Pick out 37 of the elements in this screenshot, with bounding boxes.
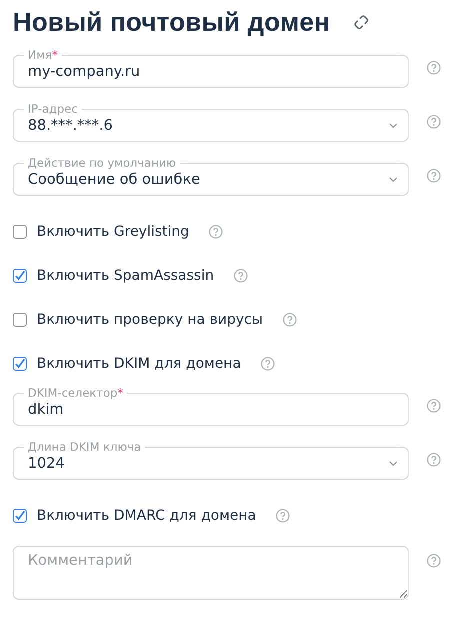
help-icon[interactable] [261, 357, 276, 371]
checkbox-label: Включить SpamAssassin [37, 268, 214, 284]
chevron-down-icon [389, 123, 398, 129]
help-icon[interactable] [209, 225, 224, 239]
help-icon[interactable] [276, 509, 290, 523]
checkbox[interactable] [13, 269, 27, 283]
checkbox-label: Включить Greylisting [37, 224, 190, 240]
input-field[interactable]: Имя* my-company.ru [13, 48, 409, 88]
page-title: Новый почтовый домен [13, 6, 330, 38]
checkbox-label: Включить DMARC для домена [37, 508, 256, 524]
help-icon[interactable] [427, 115, 441, 129]
checkbox[interactable] [13, 313, 27, 327]
field-label: Длина DKIM ключа [27, 440, 142, 454]
checkbox[interactable] [13, 357, 27, 371]
checkbox[interactable] [13, 509, 27, 523]
chevron-down-icon [389, 461, 398, 467]
checkbox-label: Включить проверку на вирусы [37, 312, 264, 328]
field-label: Имя* [27, 48, 59, 62]
help-icon[interactable] [427, 554, 441, 568]
help-icon[interactable] [234, 269, 248, 283]
select-field[interactable]: IP-адрес 88.***.***.6 [13, 102, 409, 142]
field-label: Действие по умолчанию [27, 156, 178, 170]
chevron-down-icon [389, 177, 398, 183]
checkbox[interactable] [13, 225, 27, 239]
input-field[interactable]: DKIM-селектор* dkim [13, 386, 409, 426]
field-label: DKIM-селектор* [27, 386, 124, 400]
checkbox-label: Включить DKIM для домена [37, 356, 242, 372]
field-label: IP-адрес [27, 102, 79, 116]
comment-field[interactable]: Комментарий [13, 546, 409, 600]
link-icon[interactable] [354, 14, 370, 30]
help-icon[interactable] [427, 61, 441, 75]
help-icon[interactable] [427, 169, 441, 183]
help-icon[interactable] [427, 453, 441, 467]
help-icon[interactable] [427, 399, 441, 413]
help-icon[interactable] [283, 313, 298, 327]
select-field[interactable]: Действие по умолчанию Сообщение об ошибке [13, 156, 409, 196]
select-field[interactable]: Длина DKIM ключа 1024 [13, 440, 409, 480]
